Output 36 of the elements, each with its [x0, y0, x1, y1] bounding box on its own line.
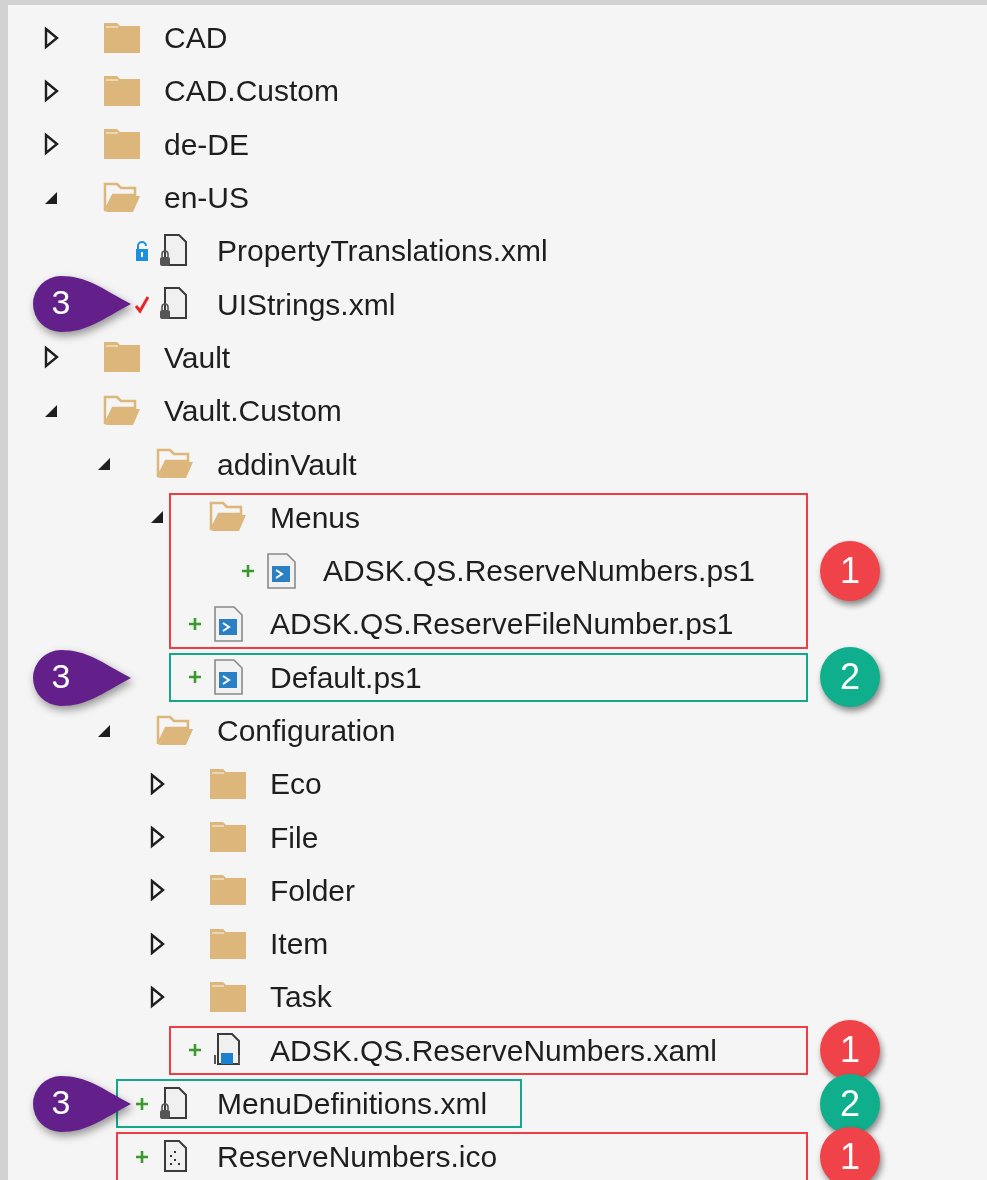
tree-item-name[interactable]: Vault.Custom [164, 394, 342, 428]
expand-arrow-icon[interactable] [149, 931, 165, 956]
tree-item-name[interactable]: Menus [270, 500, 361, 534]
collapse-arrow-icon[interactable] [96, 456, 112, 472]
expand-arrow-icon[interactable] [149, 878, 165, 903]
tree-item-name[interactable]: Folder [270, 873, 356, 907]
tree-item-name[interactable]: File [270, 820, 319, 854]
tree-item-name[interactable]: PropertyTranslations.xml [217, 234, 548, 268]
expand-arrow-icon[interactable] [149, 771, 165, 796]
expand-arrow-icon[interactable] [43, 25, 59, 50]
number-badge: 1 [820, 1126, 880, 1180]
tree-item-name[interactable]: Eco [270, 767, 322, 801]
tree-item-name[interactable]: de-DE [164, 127, 250, 161]
tree-item-name[interactable]: ADSK.QS.ReserveNumbers.xaml [270, 1033, 717, 1067]
tree-item-name[interactable]: UIStrings.xml [217, 287, 396, 321]
expand-arrow-icon[interactable] [43, 78, 59, 103]
tree-item-name[interactable]: CAD.Custom [164, 74, 340, 108]
tree-item-name[interactable]: Item [270, 927, 329, 961]
expand-arrow-icon[interactable] [43, 345, 59, 370]
expand-arrow-icon[interactable] [149, 825, 165, 850]
tree-item-name[interactable]: ADSK.QS.ReserveNumbers.ps1 [323, 554, 755, 588]
tree-item-name[interactable]: ReserveNumbers.ico [217, 1140, 498, 1174]
tree-item-name[interactable]: addinVault [217, 447, 357, 481]
tree-item-name[interactable]: Configuration [217, 714, 396, 747]
tree-item-name[interactable]: Default.ps1 [270, 660, 422, 694]
collapse-arrow-icon[interactable] [149, 509, 165, 526]
expand-arrow-icon[interactable] [149, 985, 165, 1009]
tree-item-name[interactable]: ADSK.QS.ReserveFileNumber.ps1 [270, 607, 734, 641]
tree-item-name[interactable]: Vault [164, 340, 231, 374]
tree-item-name[interactable]: MenuDefinitions.xml [217, 1087, 488, 1121]
number-badge: 2 [820, 647, 880, 708]
tree-item-name[interactable]: Task [270, 980, 332, 1014]
tree-item-name[interactable]: CAD [164, 21, 228, 55]
number-badge: 1 [820, 540, 880, 601]
expand-arrow-icon[interactable] [43, 132, 59, 157]
tree-item-name[interactable]: en-US [164, 181, 250, 215]
